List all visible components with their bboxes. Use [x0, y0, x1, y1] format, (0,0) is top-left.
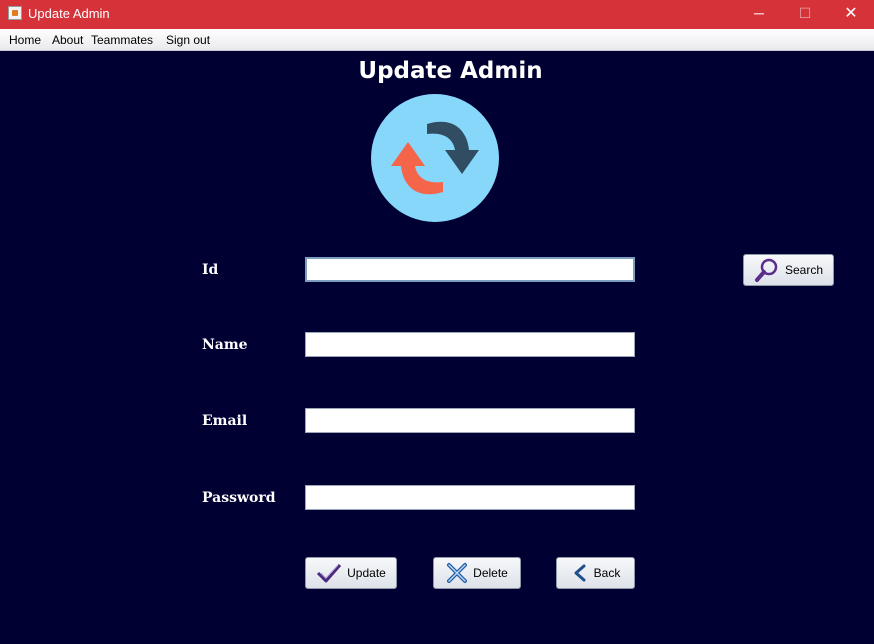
- minimize-button[interactable]: ─: [736, 0, 782, 29]
- search-button[interactable]: Search: [743, 254, 834, 286]
- java-icon: [8, 6, 22, 20]
- cross-icon: [447, 563, 468, 583]
- close-button[interactable]: ✕: [828, 0, 874, 29]
- search-button-label: Search: [784, 263, 824, 277]
- update-button[interactable]: Update: [305, 557, 397, 589]
- email-label: Email: [202, 413, 248, 429]
- maximize-button[interactable]: ☐: [782, 0, 828, 29]
- chevron-left-icon: [574, 564, 586, 582]
- update-button-label: Update: [347, 566, 386, 580]
- checkmark-icon: [317, 564, 342, 583]
- title-bar[interactable]: Update Admin ─ ☐ ✕: [0, 0, 874, 29]
- id-label: Id: [202, 262, 219, 278]
- password-label: Password: [202, 490, 276, 506]
- menu-item-sign-out[interactable]: Sign out: [166, 33, 210, 47]
- menu-item-home[interactable]: Home: [9, 33, 41, 47]
- window-title: Update Admin: [28, 6, 110, 21]
- refresh-arrows-icon: [371, 94, 499, 222]
- back-button-label: Back: [593, 566, 621, 580]
- name-label: Name: [202, 337, 248, 353]
- email-field[interactable]: [305, 408, 635, 433]
- page-title: Update Admin: [358, 58, 543, 84]
- back-button[interactable]: Back: [556, 557, 635, 589]
- name-field[interactable]: [305, 332, 635, 357]
- menu-item-teammates[interactable]: Teammates: [91, 33, 153, 47]
- password-field[interactable]: [305, 485, 635, 510]
- magnifier-icon: [754, 258, 778, 282]
- menu-bar: Home About Teammates Sign out: [0, 29, 874, 51]
- menu-item-about[interactable]: About: [52, 33, 83, 47]
- delete-button-label: Delete: [473, 566, 508, 580]
- delete-button[interactable]: Delete: [433, 557, 521, 589]
- id-field[interactable]: [305, 257, 635, 282]
